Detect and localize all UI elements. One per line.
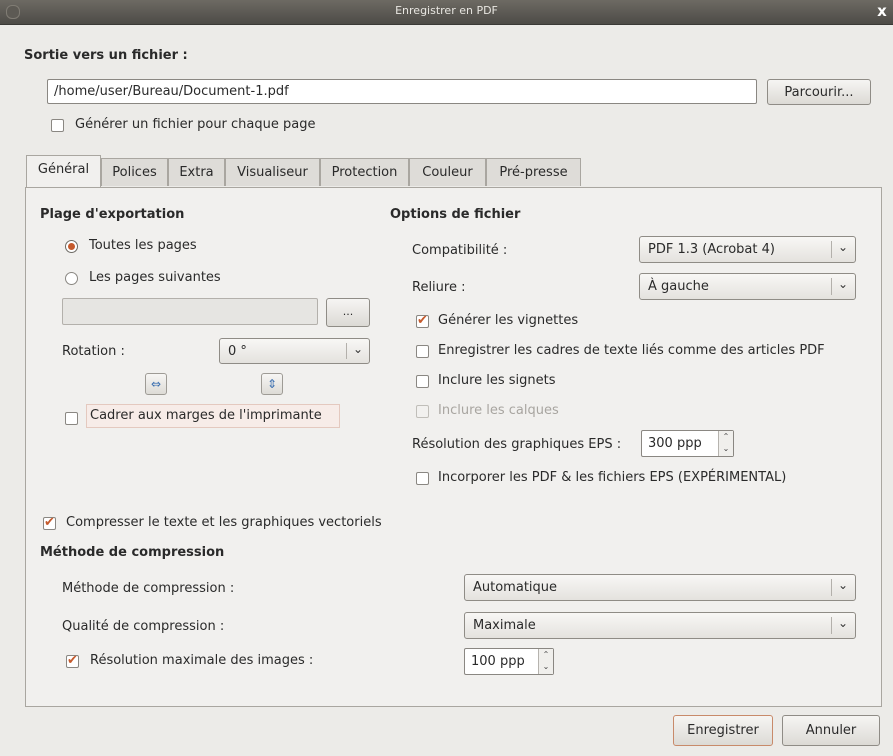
- articles-checkbox[interactable]: [416, 345, 429, 358]
- binding-value: À gauche: [648, 279, 709, 294]
- quality-label: Qualité de compression :: [62, 619, 225, 634]
- quality-value: Maximale: [473, 618, 536, 633]
- tab-prepress[interactable]: Pré-presse: [486, 158, 581, 186]
- compress-label: Compresser le texte et les graphiques ve…: [66, 515, 382, 530]
- chevron-down-icon: ⌄: [352, 342, 364, 356]
- method-value: Automatique: [473, 580, 558, 595]
- close-icon[interactable]: x: [873, 2, 891, 20]
- method-select[interactable]: Automatique ⌄: [464, 574, 856, 601]
- embed-checkbox[interactable]: [416, 472, 429, 485]
- eps-res-label: Résolution des graphiques EPS :: [412, 437, 622, 452]
- spin-up-down-icon[interactable]: ⌃ ⌄: [718, 431, 733, 456]
- rotation-label: Rotation :: [62, 344, 125, 359]
- file-options-heading: Options de fichier: [390, 207, 521, 222]
- pages-input[interactable]: [62, 298, 318, 325]
- fit-margins-label: Cadrer aux marges de l'imprimante: [90, 408, 322, 423]
- chevron-down-icon: ⌄: [837, 240, 849, 254]
- chevron-down-icon: ⌄: [837, 578, 849, 592]
- tab-general[interactable]: Général: [26, 155, 101, 188]
- fit-margins-highlight: Cadrer aux marges de l'imprimante: [86, 404, 340, 428]
- per-page-checkbox[interactable]: [51, 119, 64, 132]
- tab-protection[interactable]: Protection: [320, 158, 409, 186]
- layers-label: Inclure les calques: [438, 403, 559, 418]
- save-button[interactable]: Enregistrer: [673, 715, 773, 746]
- fit-margins-checkbox[interactable]: [65, 412, 78, 425]
- binding-label: Reliure :: [412, 280, 466, 295]
- articles-label: Enregistrer les cadres de texte liés com…: [438, 343, 825, 358]
- tab-color[interactable]: Couleur: [409, 158, 486, 186]
- all-pages-radio[interactable]: [65, 240, 78, 253]
- compat-value: PDF 1.3 (Acrobat 4): [648, 242, 775, 257]
- eps-res-spinner[interactable]: 300 ppp ⌃ ⌄: [641, 430, 734, 457]
- cancel-button[interactable]: Annuler: [782, 715, 880, 746]
- thumbnails-checkbox[interactable]: [416, 313, 429, 328]
- binding-select[interactable]: À gauche ⌄: [639, 273, 856, 300]
- per-page-label: Générer un fichier pour chaque page: [75, 117, 316, 132]
- tab-fonts[interactable]: Polices: [101, 158, 168, 186]
- eps-res-value: 300 ppp: [648, 436, 702, 451]
- window-title: Enregistrer en PDF: [395, 4, 498, 17]
- following-pages-label: Les pages suivantes: [89, 270, 221, 285]
- title-bar: Enregistrer en PDF x: [0, 0, 893, 25]
- thumbnails-label: Générer les vignettes: [438, 313, 579, 328]
- chevron-down-icon: ⌄: [837, 616, 849, 630]
- browse-button[interactable]: Parcourir...: [767, 79, 871, 105]
- output-path-value: /home/user/Bureau/Document-1.pdf: [54, 84, 289, 99]
- compression-heading: Méthode de compression: [40, 545, 225, 560]
- output-heading: Sortie vers un fichier :: [24, 48, 188, 63]
- rotate-vertical-icon[interactable]: ⇕: [261, 373, 283, 395]
- maxres-label: Résolution maximale des images :: [90, 653, 314, 668]
- spin-up-down-icon[interactable]: ⌃ ⌄: [538, 649, 553, 674]
- method-label: Méthode de compression :: [62, 581, 235, 596]
- compat-label: Compatibilité :: [412, 243, 508, 258]
- maxres-checkbox[interactable]: [66, 653, 79, 668]
- all-pages-label: Toutes les pages: [89, 238, 197, 253]
- compat-select[interactable]: PDF 1.3 (Acrobat 4) ⌄: [639, 236, 856, 263]
- chevron-down-icon: ⌄: [837, 277, 849, 291]
- bookmarks-label: Inclure les signets: [438, 373, 556, 388]
- layers-checkbox: [416, 405, 429, 418]
- export-range-heading: Plage d'exportation: [40, 207, 185, 222]
- quality-select[interactable]: Maximale ⌄: [464, 612, 856, 639]
- compress-checkbox[interactable]: [43, 515, 56, 530]
- rotation-value: 0 °: [228, 344, 247, 359]
- following-pages-radio[interactable]: [65, 272, 78, 285]
- rotate-horizontal-icon[interactable]: ⇔: [145, 373, 167, 395]
- tab-viewer[interactable]: Visualiseur: [225, 158, 320, 186]
- pages-chooser-button[interactable]: ...: [326, 298, 370, 327]
- maxres-spinner[interactable]: 100 ppp ⌃ ⌄: [464, 648, 554, 675]
- embed-label: Incorporer les PDF & les fichiers EPS (E…: [438, 470, 787, 485]
- maxres-value: 100 ppp: [471, 654, 525, 669]
- bookmarks-checkbox[interactable]: [416, 375, 429, 388]
- output-path-input[interactable]: /home/user/Bureau/Document-1.pdf: [47, 79, 757, 104]
- tab-extra[interactable]: Extra: [168, 158, 225, 186]
- rotation-select[interactable]: 0 ° ⌄: [219, 338, 370, 364]
